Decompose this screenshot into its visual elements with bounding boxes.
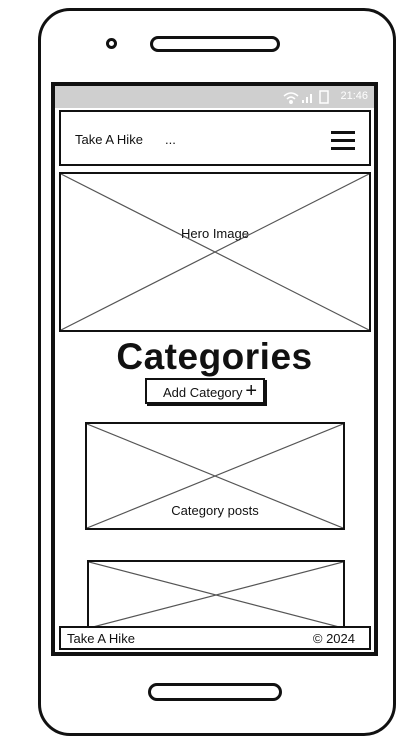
phone-screen: 21:46 Take A Hike ... Hero Image Categor… xyxy=(51,82,378,656)
wifi-icon xyxy=(283,92,299,104)
home-button[interactable] xyxy=(148,683,282,701)
hamburger-menu-icon[interactable] xyxy=(331,128,355,150)
footer-copyright: © 2024 xyxy=(312,631,355,646)
status-time: 21:46 xyxy=(340,90,368,102)
category-card[interactable] xyxy=(87,560,345,630)
status-bar: 21:46 xyxy=(55,86,374,108)
status-icons xyxy=(283,90,329,104)
image-placeholder-icon xyxy=(61,174,369,330)
footer-brand: Take A Hike xyxy=(67,631,135,646)
camera-icon xyxy=(106,38,117,49)
navbar-extra: ... xyxy=(165,132,176,147)
navbar: Take A Hike ... xyxy=(59,110,371,166)
hero-label: Hero Image xyxy=(181,226,249,241)
plus-icon: + xyxy=(245,380,257,402)
page-title: Categories xyxy=(116,336,313,377)
category-card[interactable]: Category posts xyxy=(85,422,345,530)
category-card-label: Category posts xyxy=(171,503,259,518)
add-category-label: Add Category xyxy=(163,385,243,400)
image-placeholder-icon xyxy=(89,562,343,628)
add-category-button[interactable]: Add Category + xyxy=(145,378,265,404)
battery-icon xyxy=(319,90,329,104)
speaker-grille xyxy=(150,36,280,52)
footer: Take A Hike © 2024 xyxy=(59,626,371,650)
navbar-brand[interactable]: Take A Hike xyxy=(75,132,143,147)
hero-image: Hero Image xyxy=(59,172,371,332)
signal-icon xyxy=(302,94,312,103)
